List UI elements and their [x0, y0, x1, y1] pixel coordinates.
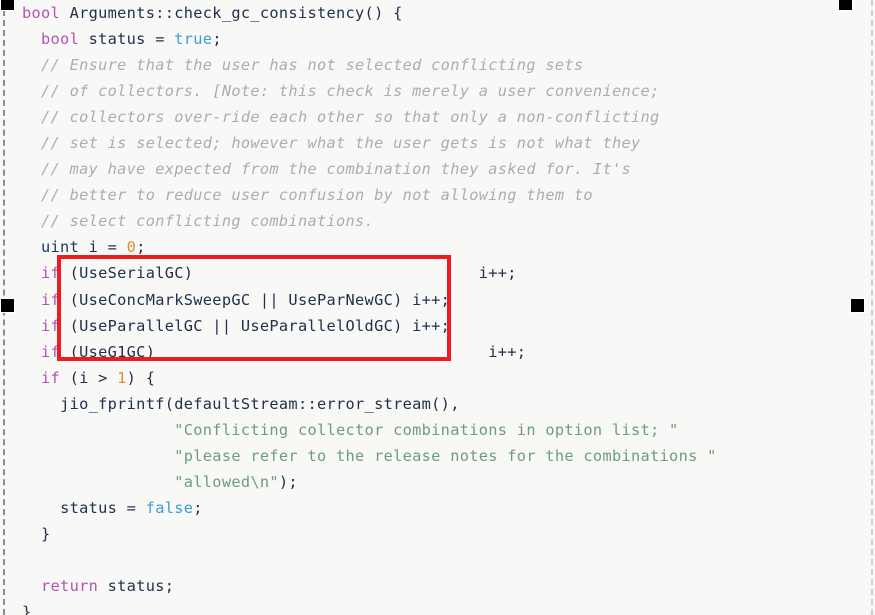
code-token-str: "Conflicting collector combinations in o…	[174, 420, 679, 439]
code-token-id: status =	[79, 30, 175, 49]
code-token-id: (i >	[60, 368, 118, 387]
code-line: // set is selected; however what the use…	[0, 130, 875, 156]
code-token-kw: if	[41, 264, 61, 283]
code-line: if (i > 1) {	[0, 365, 875, 391]
code-block: bool Arguments::check_gc_consistency() {…	[0, 0, 875, 615]
code-token-cmt: // set is selected; however what the use…	[41, 134, 641, 153]
code-line: "allowed\n");	[0, 469, 875, 495]
code-line: "Conflicting collector combinations in o…	[0, 417, 875, 443]
code-token-kw: if	[41, 316, 61, 335]
code-token-lit: false	[145, 498, 194, 517]
code-token-id	[60, 4, 70, 22]
code-token-id: ;	[193, 498, 203, 517]
code-line: bool Arguments::check_gc_consistency() {	[0, 0, 875, 26]
code-token-cmt: // Ensure that the user has not selected…	[41, 56, 584, 75]
code-token-cmt: // collectors over-ride each other so th…	[41, 108, 660, 127]
code-line: return status;	[0, 573, 875, 599]
code-token-str: "allowed\n"	[174, 472, 279, 491]
code-token-id: status;	[98, 577, 175, 596]
resize-handle-top-right[interactable]	[838, 0, 853, 11]
code-token-kw: if	[41, 368, 61, 387]
code-line: // better to reduce user confusion by no…	[0, 182, 875, 208]
code-token-cmt: // better to reduce user confusion by no…	[41, 186, 593, 205]
code-token-kw: bool	[41, 30, 80, 49]
code-line: uint i = 0;	[0, 234, 875, 260]
code-token-id: (UseG1GC) i++;	[60, 342, 527, 361]
code-token-id: (UseParallelGC || UseParallelOldGC) i++;	[60, 316, 451, 335]
code-token-kw: if	[41, 342, 61, 361]
code-line: // may have expected from the combinatio…	[0, 156, 875, 182]
code-line: }	[0, 521, 875, 547]
code-token-str: "please refer to the release notes for t…	[174, 446, 717, 465]
code-token-lit: true	[174, 30, 213, 49]
resize-handle-top-left[interactable]	[0, 0, 15, 11]
code-token-num: 1	[117, 368, 127, 387]
code-line: // Ensure that the user has not selected…	[0, 52, 875, 78]
code-token-id: jio_fprintf(defaultStream::error_stream(…	[60, 394, 460, 413]
code-token-id: );	[278, 472, 298, 491]
code-token-num: 0	[126, 238, 137, 257]
code-line: }	[0, 599, 875, 615]
code-line: "please refer to the release notes for t…	[0, 443, 875, 469]
code-token-id: Arguments::check_gc_consistency() {	[69, 4, 403, 22]
code-token-kw: if	[41, 290, 61, 309]
code-line: if (UseConcMarkSweepGC || UseParNewGC) i…	[0, 287, 875, 313]
code-token-cmt: // may have expected from the combinatio…	[41, 160, 631, 179]
code-line: // of collectors. [Note: this check is m…	[0, 78, 875, 104]
code-token-id: }	[22, 603, 32, 615]
code-token-id: ;	[212, 30, 222, 49]
code-line: if (UseParallelGC || UseParallelOldGC) i…	[0, 313, 875, 339]
code-token-id: (UseConcMarkSweepGC || UseParNewGC) i++;	[60, 290, 451, 309]
code-token-id: status =	[60, 498, 146, 517]
code-token-cmt: // of collectors. [Note: this check is m…	[41, 82, 660, 101]
code-line: if (UseG1GC) i++;	[0, 339, 875, 365]
code-line: status = false;	[0, 495, 875, 521]
resize-handle-middle-left[interactable]	[0, 298, 15, 313]
code-token-kw: bool	[22, 4, 61, 22]
code-token-kw2: uint	[41, 238, 80, 257]
code-token-id: (UseSerialGC) i++;	[60, 264, 517, 283]
code-token-id: i =	[79, 238, 127, 257]
resize-handle-middle-right[interactable]	[850, 298, 865, 313]
code-line: if (UseSerialGC) i++;	[0, 260, 875, 286]
code-line: // collectors over-ride each other so th…	[0, 104, 875, 130]
code-token-kw: return	[41, 577, 99, 596]
code-token-id: ;	[136, 238, 146, 257]
code-token-cmt: // select conflicting combinations.	[41, 212, 375, 231]
code-token-id: ) {	[126, 368, 156, 387]
code-line: jio_fprintf(defaultStream::error_stream(…	[0, 391, 875, 417]
code-line: // select conflicting combinations.	[0, 208, 875, 234]
code-line: bool status = true;	[0, 26, 875, 52]
slide-canvas: bool Arguments::check_gc_consistency() {…	[0, 0, 875, 615]
code-token-id: }	[41, 524, 51, 543]
